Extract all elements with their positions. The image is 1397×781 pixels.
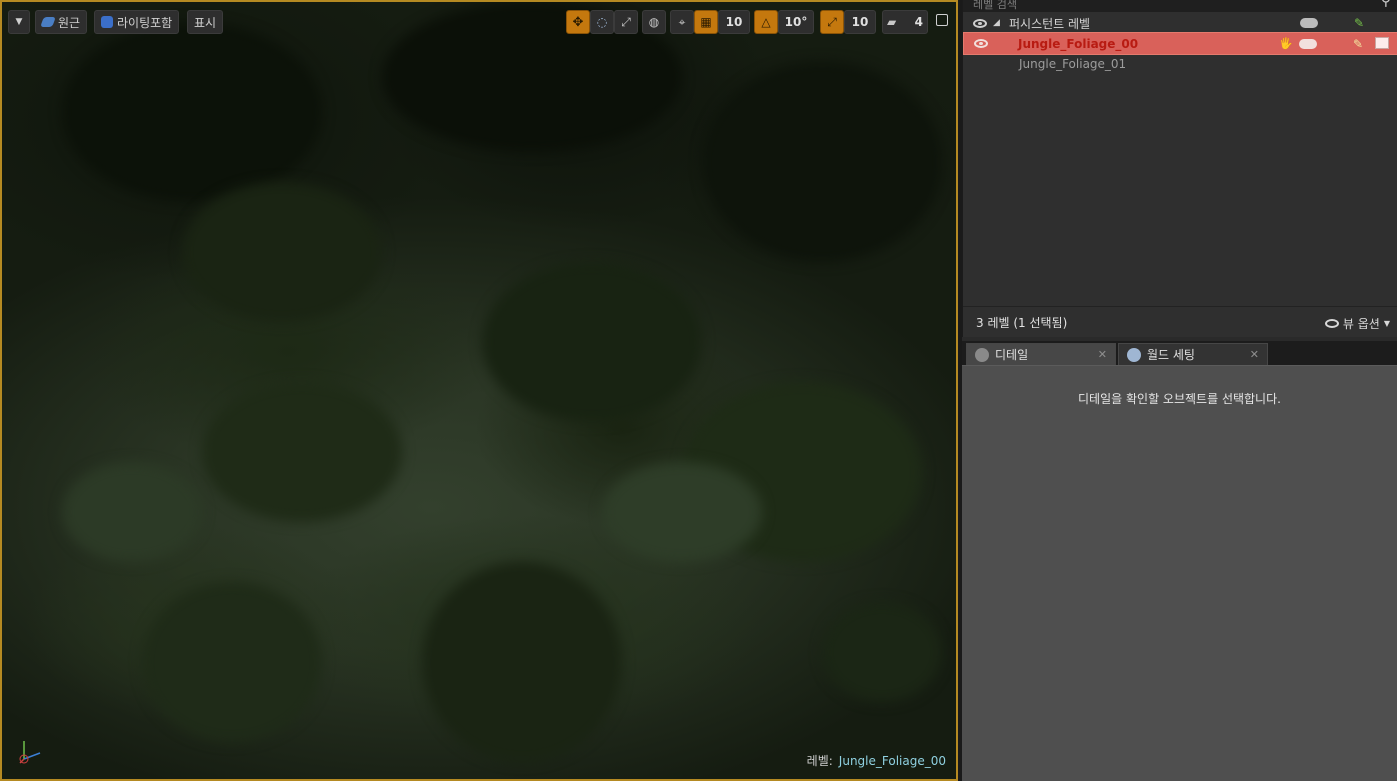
visibility-eye-icon[interactable] (973, 18, 987, 28)
angle-icon: △ (761, 15, 771, 29)
camera-speed-button[interactable]: ▰ 4 (882, 10, 928, 34)
perspective-label: 원근 (58, 15, 81, 30)
scale-snap-icon: ⤢ (827, 14, 837, 29)
view-options-label: 뷰 옵션 (1342, 317, 1380, 331)
scale-snap-value[interactable]: 10 (844, 10, 876, 34)
level-color-swatch[interactable] (1375, 37, 1389, 49)
perspective-icon (40, 17, 56, 27)
scale-icon: ⤢ (621, 14, 631, 29)
grid-snap-value[interactable]: 10 (718, 10, 750, 34)
grid-snap-toggle[interactable]: ▦ (694, 10, 718, 34)
eye-icon (1324, 319, 1339, 328)
rotation-snap-value[interactable]: 10° (778, 10, 814, 34)
rotate-icon: ◌ (596, 15, 608, 29)
tab-details[interactable]: 디테일 ✕ (966, 343, 1116, 365)
surface-snap-button[interactable]: ⌖ (670, 10, 694, 34)
close-icon[interactable]: ✕ (1250, 348, 1259, 361)
level-name: Jungle_Foliage_01 (1019, 57, 1127, 71)
search-icon: ⚲ (1380, 0, 1391, 9)
lit-cube-icon (101, 16, 113, 28)
world-local-toggle[interactable]: ◍ (642, 10, 666, 34)
rotation-snap-toggle[interactable]: △ (754, 10, 778, 34)
tab-label: 월드 세팅 (1147, 348, 1195, 362)
viewport-options-button[interactable]: ▼ (8, 10, 30, 34)
close-icon[interactable]: ✕ (1098, 348, 1107, 361)
lighting-mode-label: 라이팅포함 (117, 15, 173, 30)
levels-footer: 3 레벨 (1 선택됨) 뷰 옵션 ▼ (963, 306, 1397, 337)
level-name: 퍼시스턴트 레벨 (1009, 16, 1091, 31)
show-label: 표시 (194, 15, 217, 30)
show-button[interactable]: 표시 (187, 10, 224, 34)
pencil-icon[interactable]: ✎ (1354, 16, 1364, 30)
tab-label: 디테일 (995, 348, 1029, 362)
chevron-down-icon: ▼ (1383, 319, 1390, 328)
chevron-down-icon: ▼ (15, 17, 23, 27)
surface-snap-icon: ⌖ (678, 14, 686, 29)
level-row-jungle-foliage-01[interactable]: Jungle_Foliage_01 (963, 54, 1397, 74)
visibility-eye-icon[interactable] (974, 39, 988, 48)
lighting-mode-button[interactable]: 라이팅포함 (94, 10, 180, 34)
levels-panel: 레벨 검색 ⚲ ◢ 퍼시스턴트 레벨 ✎ Jungle_Foliage_00 🖐… (962, 0, 1397, 337)
perspective-button[interactable]: 원근 (35, 10, 88, 34)
level-name: Jungle_Foliage_00 (1018, 36, 1139, 51)
gamepad-icon[interactable] (1300, 18, 1318, 28)
gamepad-icon[interactable] (1299, 38, 1317, 49)
info-icon (975, 347, 989, 362)
pencil-icon[interactable]: ✎ (1353, 37, 1363, 51)
globe-icon (1127, 347, 1141, 362)
scale-tool-button[interactable]: ⤢ (614, 10, 638, 34)
lock-icon[interactable]: 🖐 (1279, 37, 1293, 50)
view-options-button[interactable]: 뷰 옵션 ▼ (1324, 315, 1390, 332)
level-row-jungle-foliage-00[interactable]: Jungle_Foliage_00 🖐 ✎ (963, 32, 1397, 55)
details-panel: 디테일을 확인할 오브젝트를 선택합니다. (962, 365, 1397, 781)
level-search-input[interactable]: 레벨 검색 ⚲ (963, 0, 1397, 12)
details-tab-bar: 디테일 ✕ 월드 세팅 ✕ (962, 341, 1397, 365)
current-level-value: Jungle_Foliage_00 (838, 754, 946, 768)
level-row-persistent[interactable]: ◢ 퍼시스턴트 레벨 ✎ (963, 13, 1397, 33)
level-search-placeholder: 레벨 검색 (973, 0, 1017, 11)
level-count-status: 3 레벨 (1 선택됨) (976, 315, 1068, 330)
move-icon: ✥ (572, 14, 584, 30)
current-level-label: 레벨: (806, 754, 833, 768)
scale-snap-toggle[interactable]: ⤢ (820, 10, 844, 34)
grid-icon: ▦ (700, 15, 712, 29)
maximize-viewport-icon[interactable] (936, 14, 948, 26)
details-empty-message: 디테일을 확인할 오브젝트를 선택합니다. (1078, 392, 1281, 406)
globe-icon: ◍ (648, 15, 660, 29)
right-panel: 레벨 검색 ⚲ ◢ 퍼시스턴트 레벨 ✎ Jungle_Foliage_00 🖐… (962, 0, 1397, 781)
camera-icon: ▰ (887, 15, 897, 29)
current-level-readout: 레벨: Jungle_Foliage_00 (807, 752, 946, 769)
level-viewport[interactable]: ▼ 원근 라이팅포함 표시 ✥ ◌ ⤢ ◍ ⌖ ▦ 10 △ 10° ⤢ 10 (0, 0, 958, 781)
axis-gizmo (16, 735, 46, 765)
translate-tool-button[interactable]: ✥ (566, 10, 590, 34)
collapse-triangle-icon[interactable]: ◢ (993, 18, 1000, 28)
rotate-tool-button[interactable]: ◌ (590, 10, 614, 34)
tab-world-settings[interactable]: 월드 세팅 ✕ (1118, 343, 1268, 365)
